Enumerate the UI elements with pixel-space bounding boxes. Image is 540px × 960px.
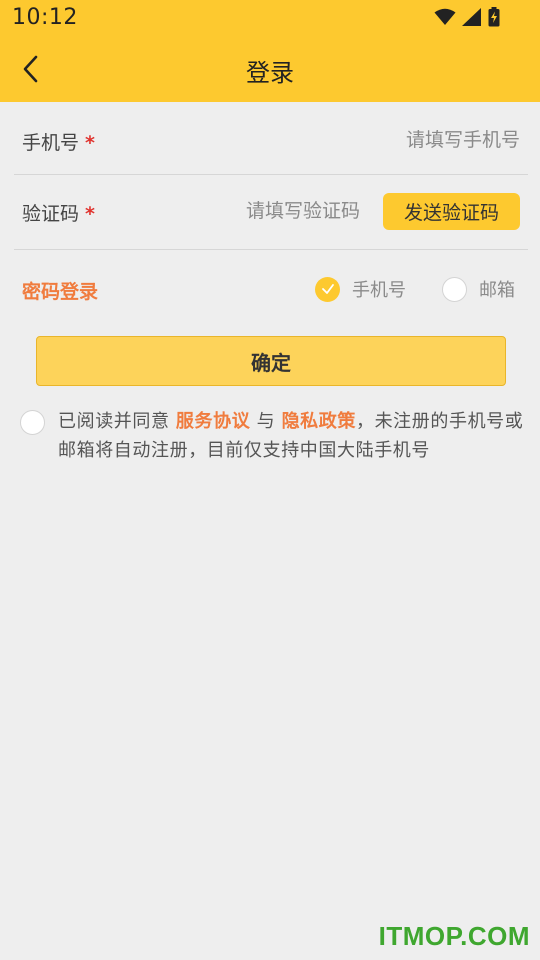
page-title: 登录 bbox=[246, 59, 294, 87]
radio-unchecked-icon bbox=[442, 276, 467, 302]
radio-email-label: 邮箱 bbox=[479, 280, 515, 301]
phone-label-text: 手机号 bbox=[22, 132, 80, 154]
phone-label: 手机号 * bbox=[22, 128, 95, 155]
code-label-text: 验证码 bbox=[22, 203, 80, 225]
nav-bar: 登录 bbox=[0, 36, 540, 102]
code-label: 验证码 * bbox=[22, 199, 95, 226]
privacy-policy-link[interactable]: 隐私政策 bbox=[282, 411, 356, 432]
check-icon bbox=[321, 284, 334, 294]
phone-row: 手机号 * bbox=[14, 102, 528, 175]
required-mark: * bbox=[85, 203, 95, 225]
code-row: 验证码* 发送验证码 bbox=[14, 175, 528, 250]
radio-phone[interactable]: 手机号 bbox=[315, 276, 406, 302]
code-input[interactable] bbox=[140, 196, 360, 226]
radio-checked-icon bbox=[315, 276, 340, 302]
send-code-button[interactable]: 发送验证码 bbox=[383, 193, 520, 230]
battery-charging-icon bbox=[488, 7, 500, 27]
app-header: 10:12 登录 bbox=[0, 0, 540, 102]
service-agreement-link[interactable]: 服务协议 bbox=[176, 411, 250, 432]
radio-email[interactable]: 邮箱 bbox=[442, 276, 515, 302]
wifi-icon bbox=[434, 8, 456, 25]
signal-icon bbox=[462, 8, 481, 26]
required-mark: * bbox=[85, 132, 95, 154]
password-login-link[interactable]: 密码登录 bbox=[22, 277, 98, 304]
status-time: 10:12 bbox=[12, 5, 78, 30]
phone-input[interactable] bbox=[220, 125, 520, 155]
status-icons bbox=[434, 7, 500, 27]
agreement-text-and: 与 bbox=[250, 411, 282, 432]
watermark: ITMOP.COM bbox=[378, 921, 530, 951]
agreement-text-before: 已阅读并同意 bbox=[58, 411, 176, 432]
confirm-button[interactable]: 确定 bbox=[36, 336, 506, 386]
agreement-checkbox[interactable] bbox=[20, 410, 45, 435]
radio-phone-label: 手机号 bbox=[352, 280, 406, 301]
status-bar: 10:12 bbox=[0, 0, 540, 36]
agreement-text: 已阅读并同意 服务协议 与 隐私政策，未注册的手机号或邮箱将自动注册，目前仅支持… bbox=[58, 407, 524, 465]
